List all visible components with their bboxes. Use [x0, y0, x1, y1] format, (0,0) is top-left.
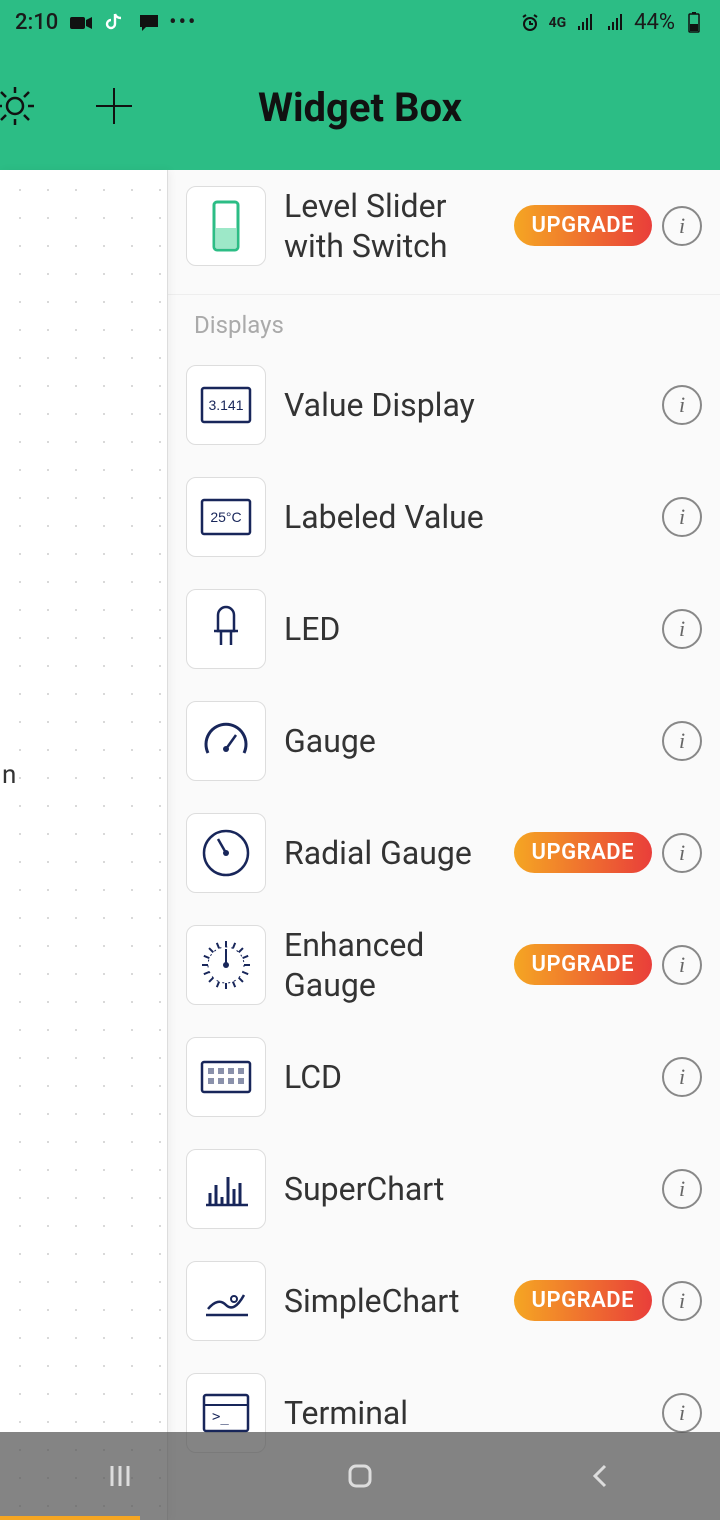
- widget-item[interactable]: 25°C Labeled Valuei: [168, 461, 720, 573]
- section-header: Displays: [168, 294, 720, 349]
- lcd-icon: [186, 1037, 266, 1117]
- widget-item[interactable]: SimpleChartUPGRADEi: [168, 1245, 720, 1357]
- widget-item[interactable]: Radial GaugeUPGRADEi: [168, 797, 720, 909]
- info-button[interactable]: i: [662, 1169, 702, 1209]
- info-button[interactable]: i: [662, 945, 702, 985]
- value-display-icon: 3.141: [186, 365, 266, 445]
- upgrade-badge[interactable]: UPGRADE: [514, 205, 652, 246]
- canvas-preview[interactable]: n: [0, 170, 168, 1520]
- led-icon: [186, 589, 266, 669]
- widget-label: Level Slider with Switch: [284, 186, 514, 266]
- info-button[interactable]: i: [662, 1281, 702, 1321]
- settings-button[interactable]: [0, 83, 38, 133]
- widget-item[interactable]: 3.141 Value Displayi: [168, 349, 720, 461]
- plus-icon: [88, 80, 140, 132]
- widget-label: SuperChart: [284, 1169, 662, 1209]
- system-nav-bar: [0, 1432, 720, 1520]
- widget-label: LED: [284, 609, 662, 649]
- stray-letter: n: [2, 760, 16, 790]
- widget-label: Terminal: [284, 1393, 662, 1433]
- widget-label: Enhanced Gauge: [284, 925, 514, 1005]
- widget-list[interactable]: Level Slider with SwitchUPGRADEiDisplays…: [168, 170, 720, 1520]
- level-slider-icon: [186, 186, 266, 266]
- gear-icon: [0, 83, 38, 129]
- widget-label: LCD: [284, 1057, 662, 1097]
- page-title: Widget Box: [258, 84, 462, 131]
- widget-label: Labeled Value: [284, 497, 662, 537]
- simplechart-icon: [186, 1261, 266, 1341]
- battery-percent: 44%: [634, 10, 675, 35]
- network-type: 4G: [549, 15, 567, 31]
- gesture-indicator: [0, 1516, 140, 1520]
- info-button[interactable]: i: [662, 721, 702, 761]
- add-widget-button[interactable]: [88, 80, 140, 136]
- alarm-icon: [519, 12, 541, 34]
- widget-label: Gauge: [284, 721, 662, 761]
- svg-text:3.141: 3.141: [208, 397, 243, 413]
- info-button[interactable]: i: [662, 609, 702, 649]
- nav-back-button[interactable]: [580, 1456, 620, 1496]
- info-button[interactable]: i: [662, 385, 702, 425]
- upgrade-badge[interactable]: UPGRADE: [514, 1280, 652, 1321]
- tiktok-icon: [104, 12, 126, 34]
- upgrade-badge[interactable]: UPGRADE: [514, 832, 652, 873]
- signal-2-icon: [604, 12, 626, 34]
- message-icon: [138, 12, 160, 34]
- more-dots-icon: •••: [172, 12, 194, 34]
- info-button[interactable]: i: [662, 497, 702, 537]
- info-button[interactable]: i: [662, 206, 702, 246]
- status-bar: 2:10 ••• 4G 44%: [0, 0, 720, 45]
- widget-item[interactable]: LCDi: [168, 1021, 720, 1133]
- widget-item[interactable]: SuperCharti: [168, 1133, 720, 1245]
- info-button[interactable]: i: [662, 1057, 702, 1097]
- nav-home-button[interactable]: [340, 1456, 380, 1496]
- superchart-icon: [186, 1149, 266, 1229]
- widget-label: SimpleChart: [284, 1281, 514, 1321]
- svg-text:>_: >_: [212, 1409, 229, 1425]
- widget-item[interactable]: Enhanced GaugeUPGRADEi: [168, 909, 720, 1021]
- enhanced-gauge-icon: [186, 925, 266, 1005]
- info-button[interactable]: i: [662, 833, 702, 873]
- status-time: 2:10: [15, 10, 58, 35]
- svg-text:25°C: 25°C: [210, 509, 241, 525]
- gauge-icon: [186, 701, 266, 781]
- widget-item[interactable]: Gaugei: [168, 685, 720, 797]
- radial-gauge-icon: [186, 813, 266, 893]
- video-icon: [70, 12, 92, 34]
- battery-icon: [683, 12, 705, 34]
- nav-recents-button[interactable]: [100, 1456, 140, 1496]
- app-header: Widget Box: [0, 45, 720, 170]
- widget-label: Value Display: [284, 385, 662, 425]
- upgrade-badge[interactable]: UPGRADE: [514, 944, 652, 985]
- info-button[interactable]: i: [662, 1393, 702, 1433]
- signal-1-icon: [574, 12, 596, 34]
- widget-item[interactable]: Level Slider with SwitchUPGRADEi: [168, 170, 720, 282]
- widget-label: Radial Gauge: [284, 833, 514, 873]
- widget-item[interactable]: LEDi: [168, 573, 720, 685]
- labeled-value-icon: 25°C: [186, 477, 266, 557]
